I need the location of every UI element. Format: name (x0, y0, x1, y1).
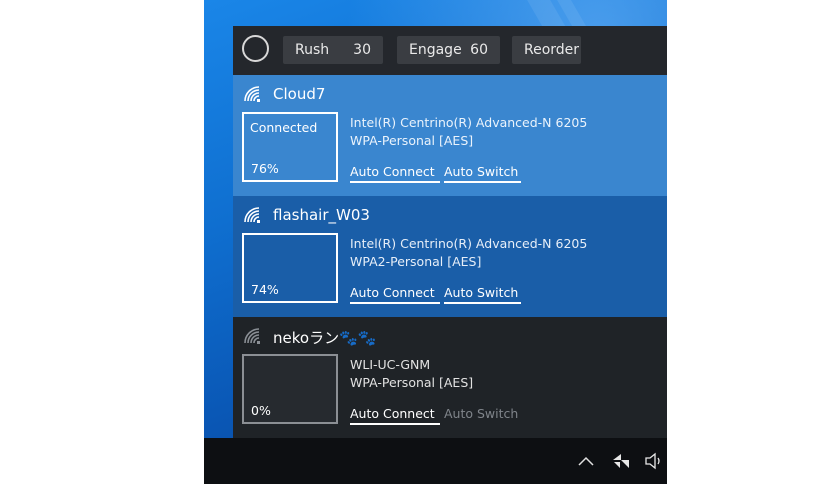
signal-box: 74% (242, 233, 338, 303)
reorder-label: Reorder (524, 42, 580, 58)
signal-box: Connected 76% (242, 112, 338, 182)
network-ssid: flashair_W03 (273, 206, 370, 224)
engage-label: Engage (409, 42, 462, 58)
auto-connect-toggle[interactable]: Auto Connect (350, 406, 440, 425)
engage-value: 60 (470, 42, 488, 58)
security-type: WPA-Personal [AES] (350, 375, 474, 390)
auto-switch-toggle[interactable]: Auto Switch (444, 285, 521, 304)
signal-box: 0% (242, 354, 338, 424)
speaker-icon[interactable] (642, 438, 666, 484)
security-type: WPA-Personal [AES] (350, 133, 474, 148)
engage-button[interactable]: Engage 60 (397, 36, 500, 64)
signal-strength: 76% (251, 161, 279, 176)
taskbar (204, 438, 667, 484)
network-card-neko[interactable]: nekoラン🐾🐾 0% WLI-UC-GNM WPA-Personal [AES… (233, 317, 667, 438)
signal-strength: 74% (251, 282, 279, 297)
auto-switch-toggle[interactable]: Auto Switch (444, 406, 521, 423)
reorder-button[interactable]: Reorder (512, 36, 581, 64)
network-ssid: nekoラン🐾🐾 (273, 329, 377, 347)
auto-connect-toggle[interactable]: Auto Connect (350, 285, 440, 304)
signal-strength: 0% (251, 403, 271, 418)
chevron-up-icon[interactable] (572, 438, 600, 484)
rush-button[interactable]: Rush 30 (283, 36, 383, 64)
wifi-icon (244, 207, 260, 223)
circle-icon[interactable] (242, 35, 269, 62)
network-ssid: Cloud7 (273, 85, 326, 103)
rush-label: Rush (295, 42, 330, 58)
auto-connect-toggle[interactable]: Auto Connect (350, 164, 440, 183)
wifi-icon (244, 86, 260, 102)
adapter-name: Intel(R) Centrino(R) Advanced-N 6205 (350, 236, 588, 251)
connection-status: Connected (250, 120, 318, 135)
wifi-manager-panel: Rush 30 Engage 60 Reorder Cloud7 Connect… (233, 26, 667, 438)
rush-value: 30 (353, 42, 371, 58)
auto-switch-toggle[interactable]: Auto Switch (444, 164, 521, 183)
network-card-flashair[interactable]: flashair_W03 74% Intel(R) Centrino(R) Ad… (233, 196, 667, 317)
adapter-name: Intel(R) Centrino(R) Advanced-N 6205 (350, 115, 588, 130)
adapter-name: WLI-UC-GNM (350, 357, 431, 372)
network-card-cloud7[interactable]: Cloud7 Connected 76% Intel(R) Centrino(R… (233, 75, 667, 196)
wifi-icon (244, 328, 260, 344)
security-type: WPA2-Personal [AES] (350, 254, 482, 269)
network-icon[interactable] (607, 438, 635, 484)
toolbar: Rush 30 Engage 60 Reorder (233, 26, 667, 75)
